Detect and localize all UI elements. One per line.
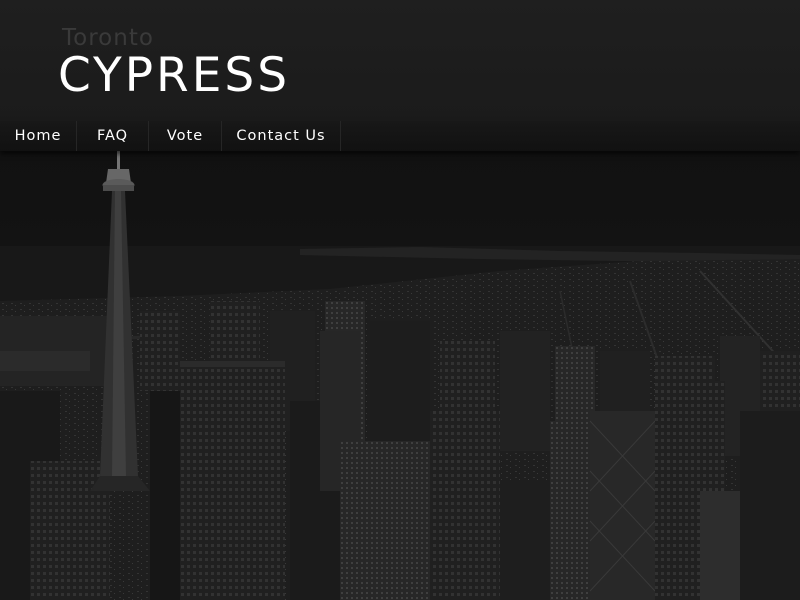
page: Toronto CYPRESS Home FAQ Vote Contact Us — [0, 0, 800, 600]
hero-city-image — [0, 151, 800, 600]
nav-item-vote[interactable]: Vote — [149, 121, 222, 151]
nav-item-contact-us[interactable]: Contact Us — [222, 121, 341, 151]
main-nav: Home FAQ Vote Contact Us — [0, 121, 800, 151]
nav-list: Home FAQ Vote Contact Us — [0, 121, 341, 151]
nav-item-home[interactable]: Home — [0, 121, 77, 151]
city-skyline-illustration — [0, 151, 800, 600]
nav-item-faq[interactable]: FAQ — [77, 121, 149, 151]
site-title: CYPRESS — [58, 48, 291, 103]
site-header: Toronto CYPRESS — [0, 0, 800, 120]
